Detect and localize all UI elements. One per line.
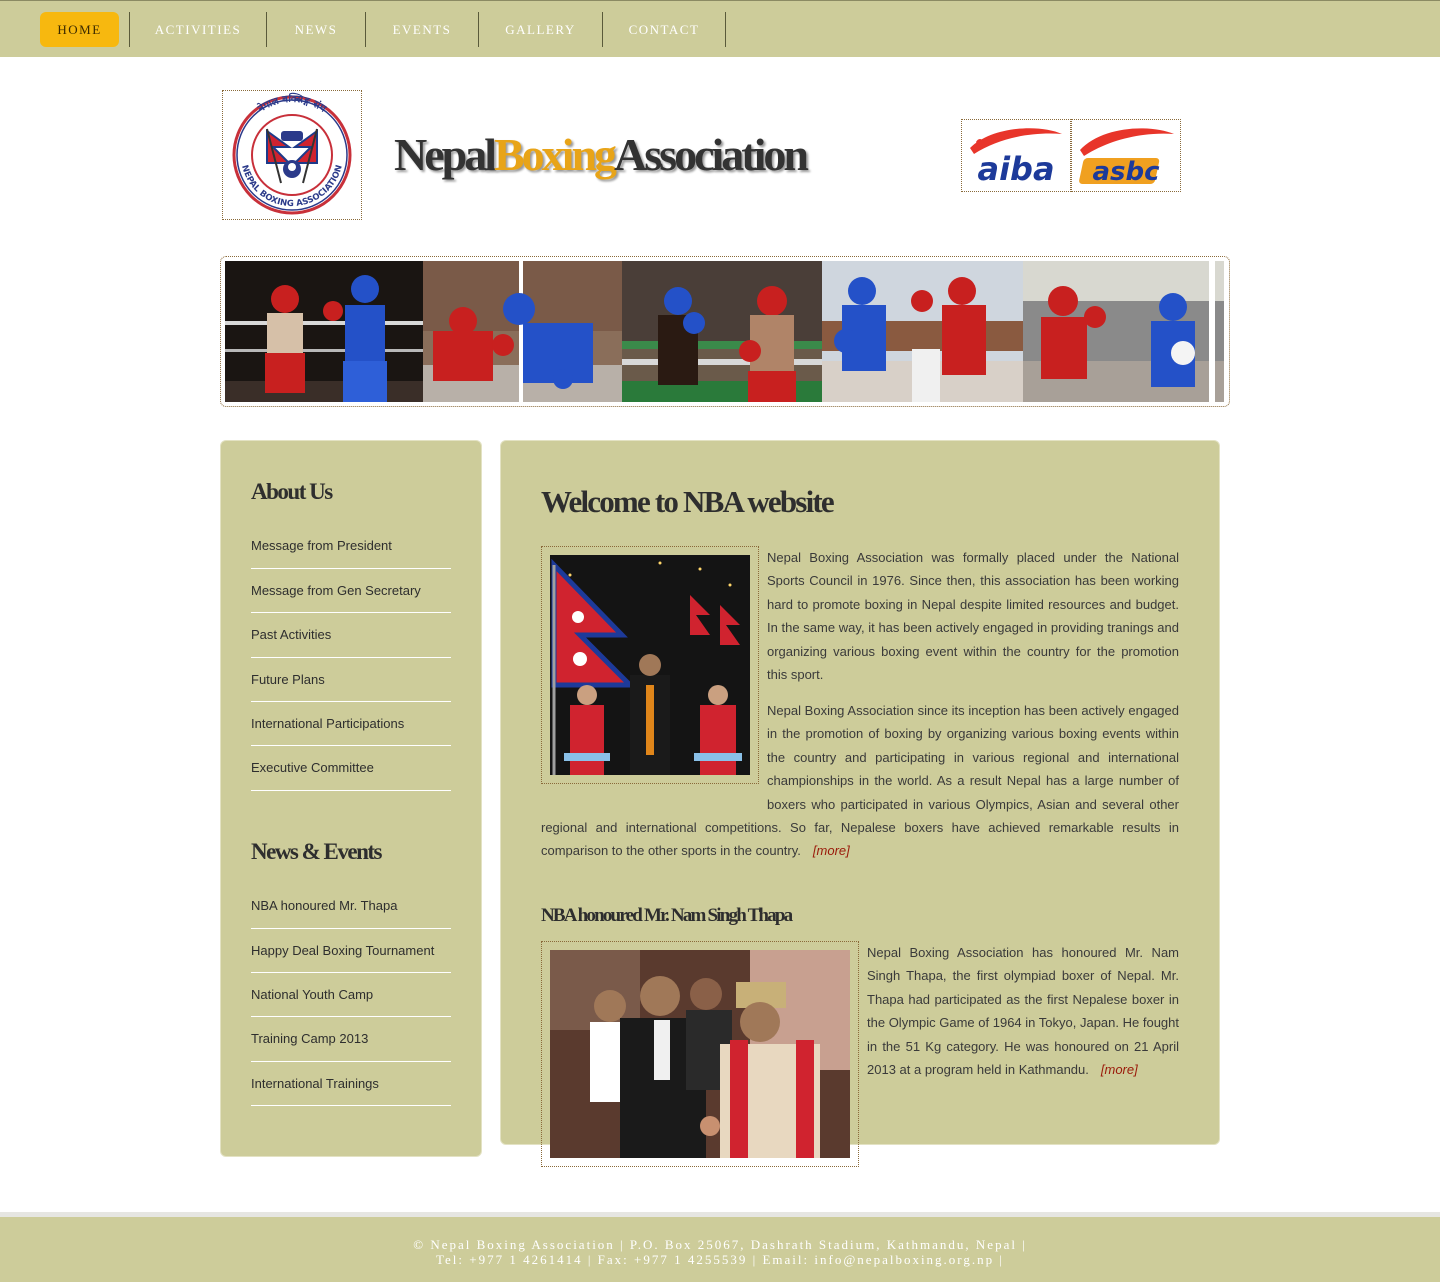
divider [251,745,451,746]
nav-divider [365,12,366,47]
sidebar-link-international-trainings[interactable]: International Trainings [251,1076,451,1091]
banner-photo [225,261,423,402]
about-us-heading: About Us [251,479,333,504]
divider [251,1061,451,1062]
divider [251,790,451,791]
aiba-logo[interactable]: aiba [961,119,1071,192]
image-wrap-spacer [541,699,767,793]
nav-divider [129,12,130,47]
news-events-heading: News & Events [251,839,383,864]
footer: © Nepal Boxing Association | P.O. Box 25… [0,1212,1440,1282]
footer-address: © Nepal Boxing Association | P.O. Box 25… [413,1237,1027,1252]
top-navigation: HOME ACTIVITIES NEWS EVENTS GALLERY CONT… [0,0,1440,57]
divider [251,972,451,973]
title-nepal: Nepal [394,129,497,180]
news-title: NBA honoured Mr. Nam Singh Thapa [541,905,793,926]
divider [251,657,451,658]
nav-events[interactable]: EVENTS [376,12,468,47]
divider [251,1016,451,1017]
nav-contact[interactable]: CONTACT [613,12,715,47]
asbc-logo-icon: asbc [1079,128,1174,187]
sidebar-link-secretary-message[interactable]: Message from Gen Secretary [251,583,451,598]
nav-gallery[interactable]: GALLERY [489,12,592,47]
welcome-title: Welcome to NBA website [541,484,835,519]
nav-divider [602,12,603,47]
sidebar-link-president-message[interactable]: Message from President [251,538,451,553]
welcome-paragraph-1: Nepal Boxing Association was formally pl… [767,550,1179,683]
nav-divider [478,12,479,47]
nav-news[interactable]: NEWS [277,12,355,47]
welcome-more-link[interactable]: [more] [813,843,850,858]
honour-ceremony-photo [550,950,850,1158]
sidebar-link-happy-deal-tournament[interactable]: Happy Deal Boxing Tournament [251,943,451,958]
divider [251,1105,451,1106]
divider [251,701,451,702]
banner-photo [1023,261,1224,402]
welcome-paragraph-2-start: Nepal Boxing Association since its incep… [541,699,1179,863]
sidebar-link-training-camp-2013[interactable]: Training Camp 2013 [251,1031,451,1046]
sidebar-link-past-activities[interactable]: Past Activities [251,627,451,642]
aiba-logo-icon: aiba [970,128,1062,188]
nav-divider [725,12,726,47]
divider [251,568,451,569]
sidebar-link-future-plans[interactable]: Future Plans [251,672,451,687]
news-paragraph-wrap: Nepal Boxing Association has honoured Mr… [867,941,1179,1081]
divider [251,928,451,929]
banner-photo [423,261,622,402]
title-boxing: Boxing [494,129,617,180]
nba-emblem-icon: नेपाल बक्सिङ्ग संघ NEPAL BOXING ASSOCIAT… [232,92,352,215]
nav-activities[interactable]: ACTIVITIES [140,12,256,47]
banner-photo [622,261,822,402]
association-logo[interactable]: नेपाल बक्सिङ्ग संघ NEPAL BOXING ASSOCIAT… [222,90,362,220]
divider [251,612,451,613]
footer-contact: Tel: +977 1 4261414 | Fax: +977 1 425553… [435,1252,1005,1267]
news-more-link[interactable]: [more] [1101,1062,1138,1077]
sidebar-link-international-participations[interactable]: International Participations [251,716,451,731]
news-paragraph: Nepal Boxing Association has honoured Mr… [867,945,1179,1078]
sidebar-link-nba-honoured[interactable]: NBA honoured Mr. Thapa [251,898,451,913]
nav-divider [266,12,267,47]
banner-photo [822,261,1023,402]
sidebar-link-executive-committee[interactable]: Executive Committee [251,760,451,775]
sidebar-link-national-youth-camp[interactable]: National Youth Camp [251,987,451,1002]
asbc-text: asbc [1092,157,1160,187]
site-title: NepalBoxingAssociation [394,128,809,181]
asbc-logo[interactable]: asbc [1071,119,1181,192]
nav-home[interactable]: HOME [40,12,119,47]
title-association: Association [614,129,809,180]
aiba-text: aiba [977,150,1054,188]
